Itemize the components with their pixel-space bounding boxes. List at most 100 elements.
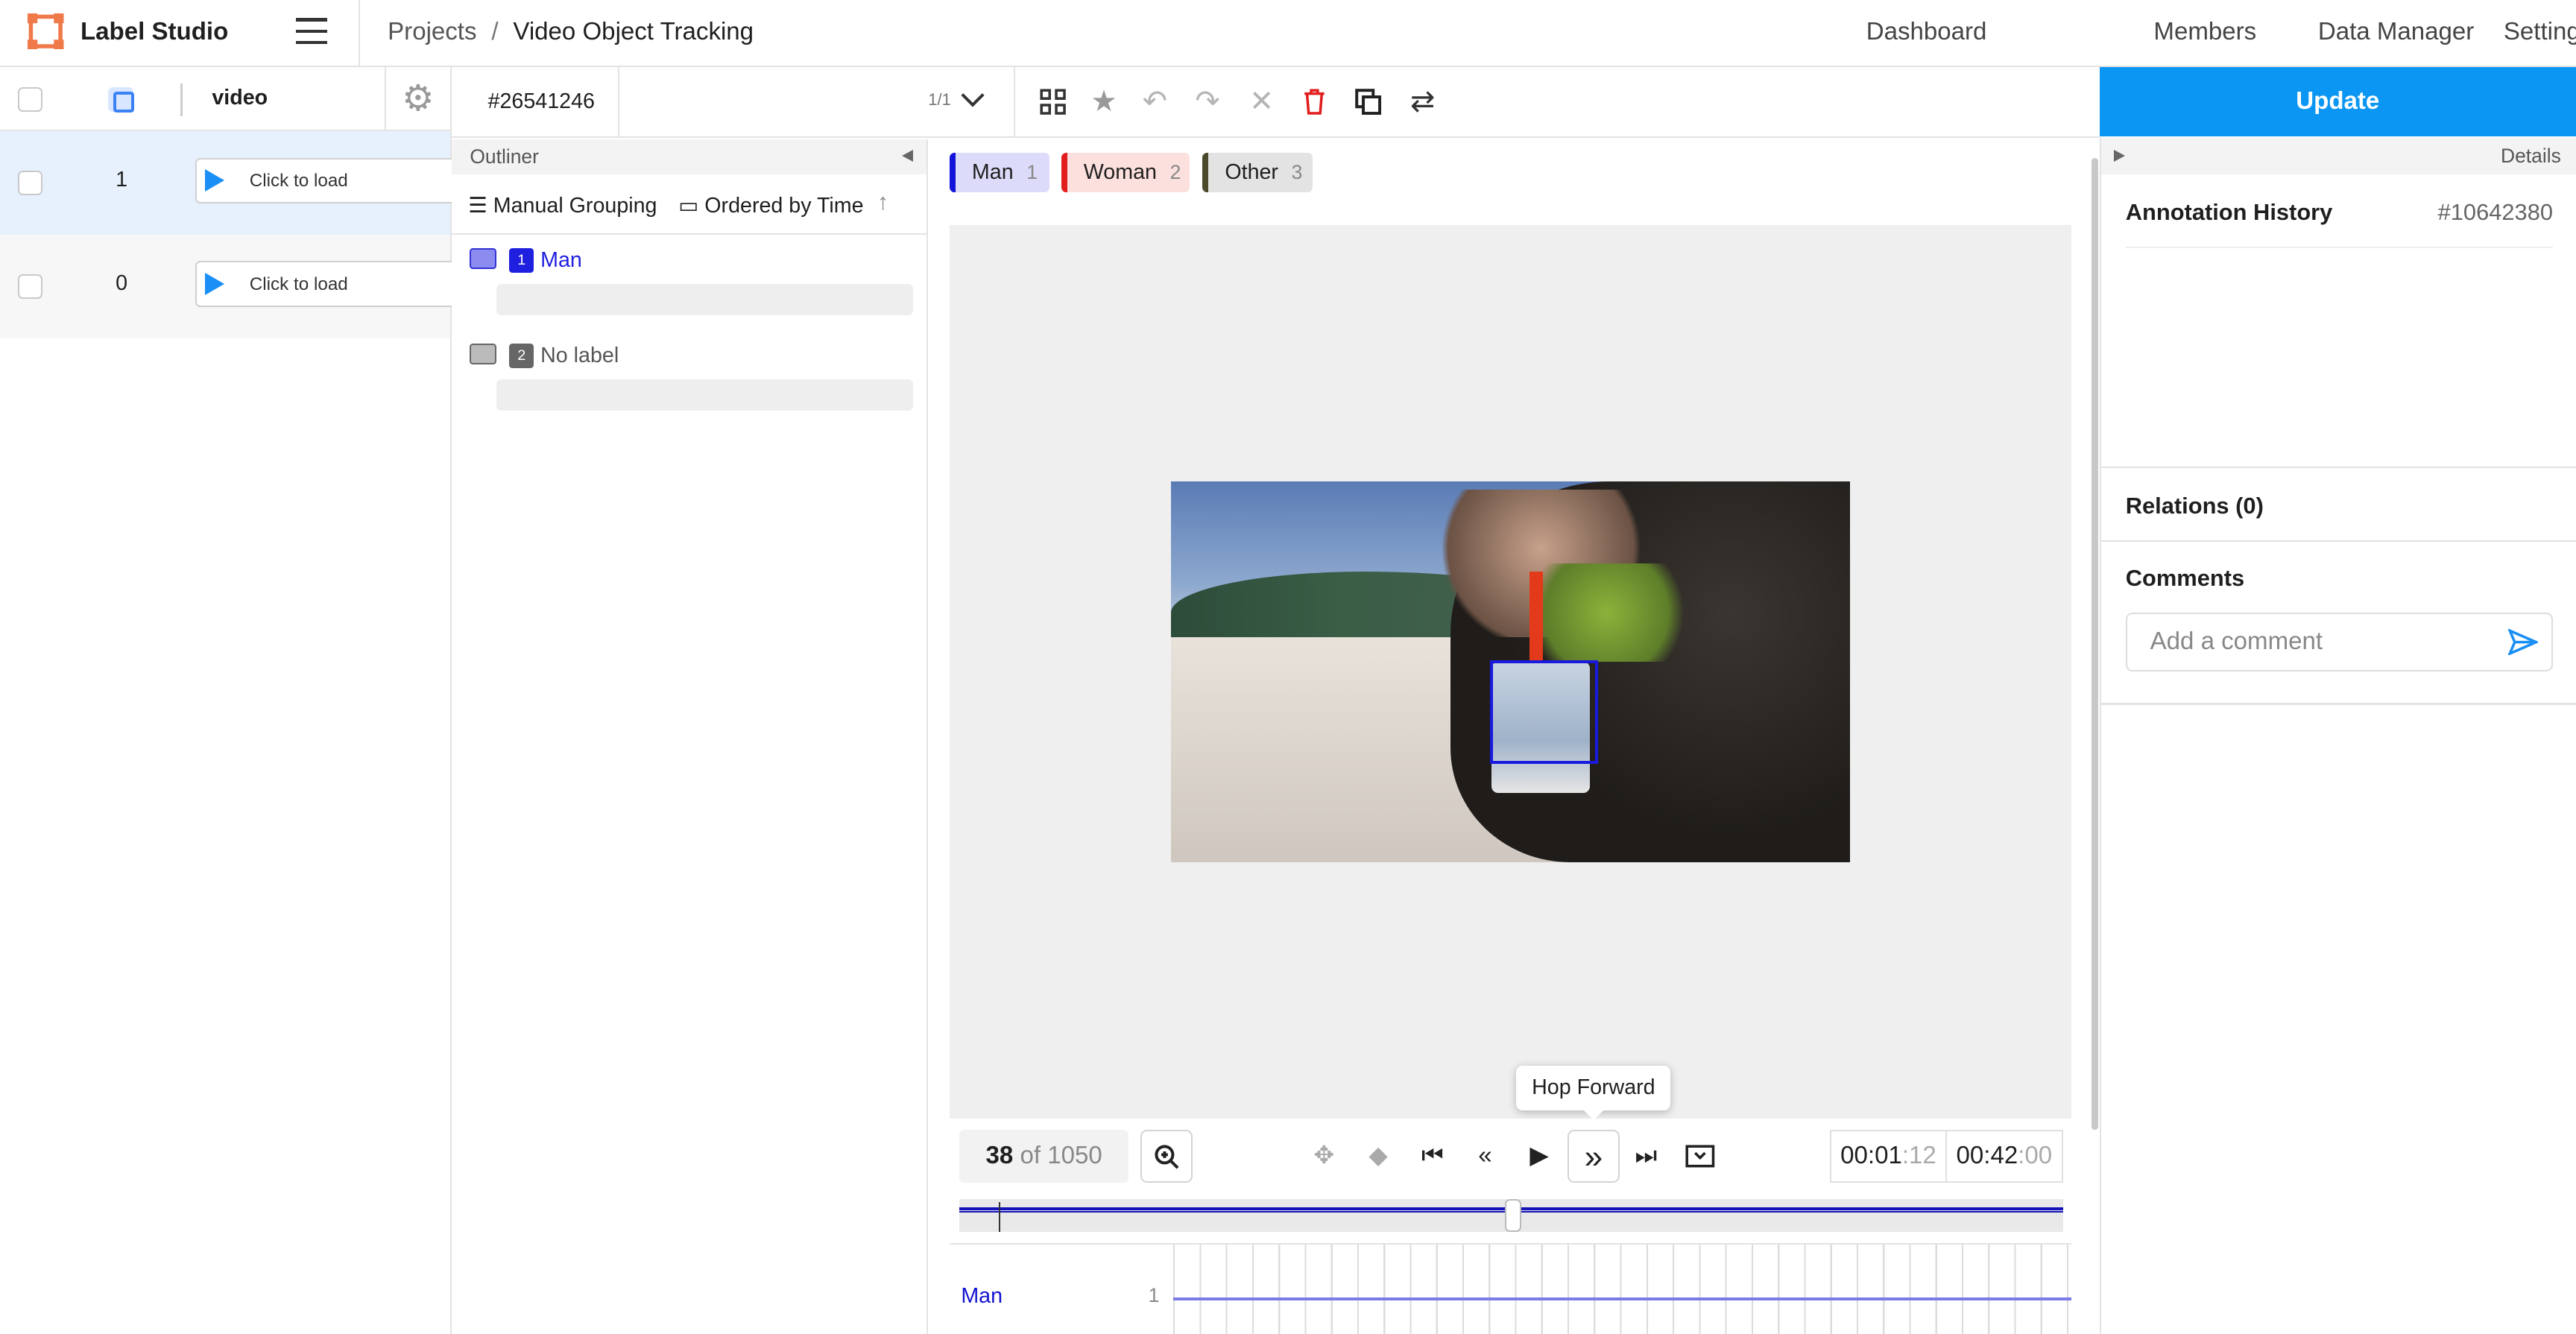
update-button[interactable]: Update xyxy=(2099,67,2576,136)
top-bar: Label Studio Projects / Video Object Track… xyxy=(0,0,2576,68)
region-label: No label xyxy=(540,343,619,367)
breadcrumb-current: Video Object Tracking xyxy=(513,18,754,46)
nav-dashboard[interactable]: Dashboard xyxy=(1866,18,1987,46)
label-other[interactable]: Other 3 xyxy=(1202,152,1313,192)
comment-placeholder: Add a comment xyxy=(2150,628,2323,656)
region-number: 2 xyxy=(509,343,534,368)
label-man[interactable]: Man 1 xyxy=(949,152,1050,192)
table-row[interactable]: 1 Click to load xyxy=(0,131,458,235)
nav-data-manager[interactable]: Data Manager xyxy=(2318,18,2474,46)
nav-settings[interactable]: Settings xyxy=(2504,18,2576,46)
ordering-select[interactable]: ▭ Ordered by Time xyxy=(678,192,863,218)
gear-icon[interactable]: ⚙ xyxy=(384,67,450,132)
breadcrumb: Projects / Video Object Tracking xyxy=(388,18,754,46)
seek-window-handle[interactable] xyxy=(1504,1198,1521,1232)
breadcrumb-separator: / xyxy=(491,18,499,46)
row-checkbox[interactable] xyxy=(18,171,43,196)
relations-title: Relations (0) xyxy=(2125,493,2264,519)
video-stage[interactable] xyxy=(949,224,2072,1119)
play-button-icon[interactable]: ▶ xyxy=(1513,1130,1566,1183)
data-panel: video ⚙ 1 Click to load 0 Click to load xyxy=(0,67,458,1334)
timeline-grid[interactable] xyxy=(1172,1245,2072,1334)
calendar-icon: ▭ xyxy=(678,193,705,218)
play-icon xyxy=(205,272,224,295)
undo-icon[interactable]: ↶ xyxy=(1137,83,1172,119)
current-time-value: 00:01 xyxy=(1840,1142,1902,1170)
video-cell[interactable]: Click to load xyxy=(195,261,458,308)
divider xyxy=(2100,703,2576,705)
row-checkbox[interactable] xyxy=(18,274,43,300)
breadcrumb-projects-link[interactable]: Projects xyxy=(388,18,476,45)
star-icon[interactable]: ★ xyxy=(1086,83,1122,119)
toolbar-divider xyxy=(1013,67,1016,136)
rectangle-region-icon xyxy=(470,247,496,270)
playhead[interactable] xyxy=(999,1202,1001,1232)
skip-to-end-icon[interactable]: ⏭ xyxy=(1620,1130,1673,1183)
seek-bar[interactable] xyxy=(959,1198,2064,1232)
region-lifespan-bar xyxy=(496,284,914,316)
label-woman[interactable]: Woman 2 xyxy=(1061,152,1190,192)
table-row[interactable]: 0 Click to load xyxy=(0,235,458,338)
timeline-toggle-icon[interactable] xyxy=(1674,1130,1727,1183)
main-scrollbar[interactable] xyxy=(2091,157,2098,1131)
current-time: 00:01:12 xyxy=(1830,1130,1947,1183)
video-cell[interactable]: Click to load xyxy=(195,157,458,204)
label-name: Other xyxy=(1225,159,1278,184)
grouping-label: Manual Grouping xyxy=(493,193,657,218)
interpolation-toggle-icon[interactable]: ◆ xyxy=(1352,1130,1405,1183)
region-item[interactable]: 1 Man xyxy=(452,235,926,330)
total-time-ms: :00 xyxy=(2018,1142,2053,1170)
region-lifespan-bar xyxy=(496,379,914,411)
redo-icon[interactable]: ↷ xyxy=(1190,83,1225,119)
video-foliage xyxy=(1516,563,1697,663)
labeling-area: Man 1 Woman 2 Other 3 38 of 1050 ✥ ◆ ⏮ «… xyxy=(928,139,2100,1334)
timeline-region-segment[interactable] xyxy=(1172,1297,2072,1301)
total-time: 00:42:00 xyxy=(1945,1130,2064,1183)
add-keyframe-icon[interactable]: ✥ xyxy=(1298,1130,1351,1183)
column-header-video[interactable]: video xyxy=(212,86,268,110)
region-item[interactable]: 2 No label xyxy=(452,330,926,426)
zoom-icon[interactable] xyxy=(1140,1130,1193,1183)
nav-members[interactable]: Members xyxy=(2153,18,2256,46)
grouping-select[interactable]: ☰ Manual Grouping xyxy=(468,192,657,218)
outliner-panel: Outliner ☰ Manual Grouping ▭ Ordered by … xyxy=(452,139,929,1334)
send-icon[interactable] xyxy=(2508,628,2539,656)
annotations-icon xyxy=(108,86,134,113)
grid-view-icon[interactable] xyxy=(1035,83,1071,119)
outliner-title-label: Outliner xyxy=(470,145,539,168)
task-toolbar: #26541246 1/1 ★ ↶ ↷ ✕ ⇄ xyxy=(452,67,2100,139)
label-hotkey: 3 xyxy=(1291,160,1303,183)
region-number: 1 xyxy=(509,247,534,273)
divider xyxy=(2125,246,2553,248)
details-panel: Details Annotation History #10642380 Rel… xyxy=(2099,138,2576,1334)
chevron-down-icon[interactable] xyxy=(961,83,985,107)
reset-icon[interactable]: ✕ xyxy=(1243,83,1279,119)
hamburger-menu-icon[interactable] xyxy=(295,18,329,48)
expand-icon[interactable] xyxy=(2114,149,2125,162)
ordering-label: Ordered by Time xyxy=(704,193,864,218)
duplicate-icon[interactable] xyxy=(1351,83,1386,119)
video-controls: 38 of 1050 ✥ ◆ ⏮ « ▶ » ⏭ Hop Forward 00:… xyxy=(950,1066,2071,1192)
bounding-box-region[interactable] xyxy=(1489,660,1599,764)
settings-toggle-icon[interactable]: ⇄ xyxy=(1404,83,1440,119)
hop-forward-icon[interactable]: » xyxy=(1567,1130,1620,1183)
comments-title: Comments xyxy=(2125,565,2245,592)
sort-direction-icon[interactable]: ↑ xyxy=(877,189,888,215)
skip-to-start-icon[interactable]: ⏮ xyxy=(1407,1130,1459,1183)
label-hotkey: 2 xyxy=(1169,160,1181,183)
select-all-checkbox[interactable] xyxy=(18,86,43,112)
video-frame[interactable] xyxy=(1171,481,1850,863)
timeline-track-number: 1 xyxy=(1148,1284,1160,1307)
region-label: Man xyxy=(540,247,582,272)
annotation-id: #10642380 xyxy=(2437,198,2554,225)
hop-forward-tooltip: Hop Forward xyxy=(1516,1066,1671,1121)
hop-backward-icon[interactable]: « xyxy=(1459,1130,1512,1183)
timeline-track-label[interactable]: Man xyxy=(961,1284,1003,1309)
current-frame: 38 xyxy=(985,1142,1014,1170)
collapse-icon[interactable] xyxy=(902,149,914,162)
delete-icon[interactable] xyxy=(1296,83,1332,119)
label-studio-logo-icon xyxy=(28,13,64,50)
outliner-title: Outliner xyxy=(452,139,927,174)
comment-input[interactable]: Add a comment xyxy=(2125,613,2553,672)
frame-counter[interactable]: 38 of 1050 xyxy=(959,1130,1129,1183)
